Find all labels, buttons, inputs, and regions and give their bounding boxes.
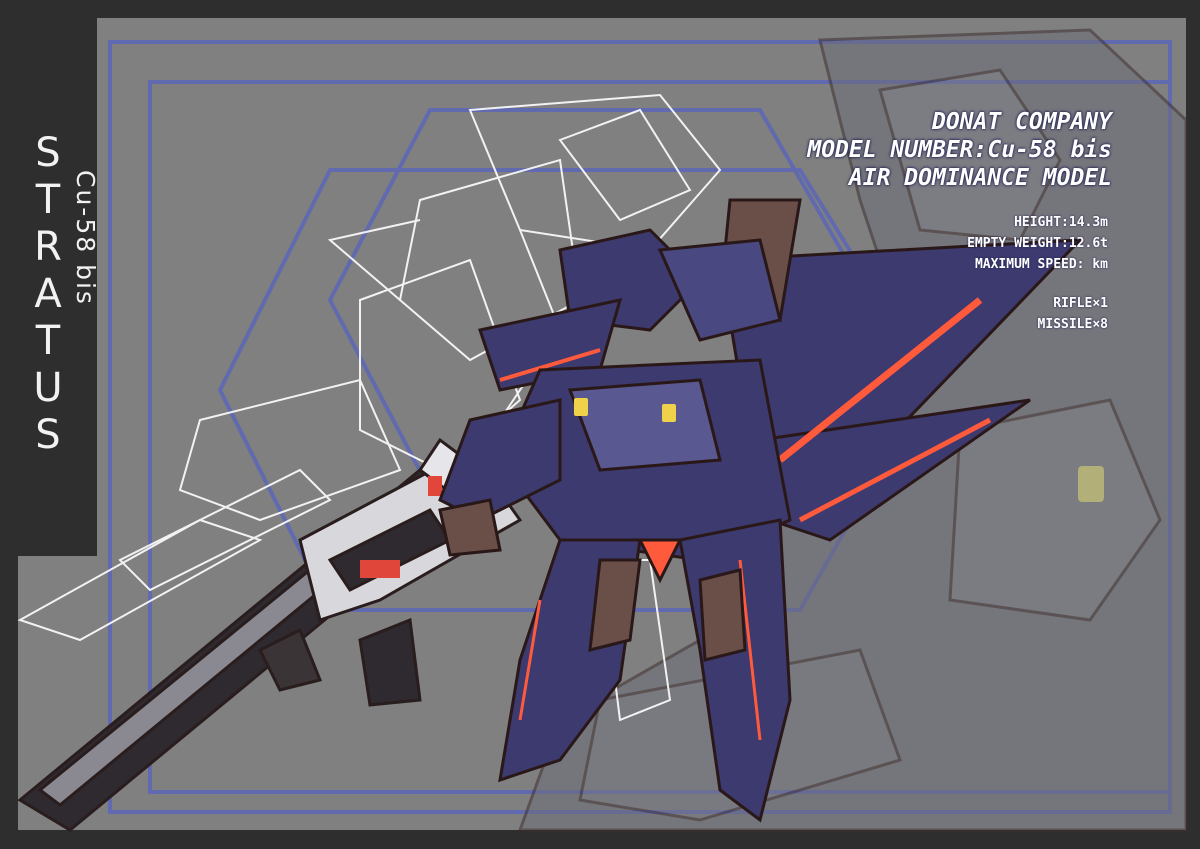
spec-height: HEIGHT:14.3m [1014, 215, 1108, 230]
model-type: AIR DOMINANCE MODEL [848, 165, 1112, 191]
side-subtitle: Cu-58 bis [71, 170, 100, 306]
company-name: DONAT COMPANY [931, 109, 1112, 135]
spec-empty-weight: EMPTY WEIGHT:12.6t [967, 236, 1108, 251]
spec-list: HEIGHT:14.3m EMPTY WEIGHT:12.6t MAXIMUM … [967, 212, 1108, 335]
spec-header: DONAT COMPANY MODEL NUMBER:Cu-58 bis AIR… [807, 108, 1112, 192]
side-title: STRATUS [33, 130, 63, 458]
model-number: MODEL NUMBER:Cu-58 bis [807, 137, 1112, 163]
spec-armament-missile: MISSILE×8 [1037, 317, 1108, 332]
spec-armament-rifle: RIFLE×1 [1053, 296, 1108, 311]
spec-maximum-speed: MAXIMUM SPEED: km [974, 257, 1108, 272]
